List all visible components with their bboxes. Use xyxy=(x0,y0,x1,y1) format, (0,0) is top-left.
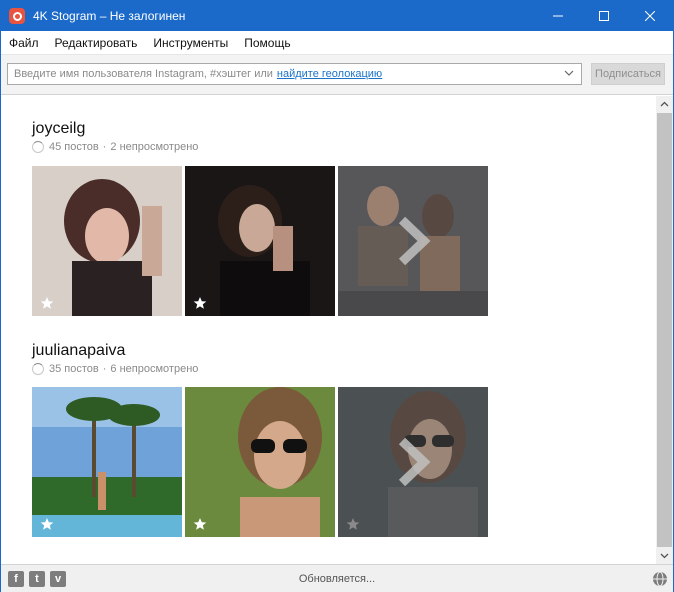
more-photos-tile[interactable] xyxy=(338,387,488,537)
close-button[interactable] xyxy=(627,1,673,31)
photo-image xyxy=(185,166,335,316)
globe-icon[interactable] xyxy=(652,571,668,587)
scrollbar-thumb[interactable] xyxy=(657,113,672,547)
account-stats: 35 постов · 6 непросмотрено xyxy=(32,363,198,375)
search-placeholder: Введите имя пользователя Instagram, #хэш… xyxy=(14,68,273,80)
maximize-icon xyxy=(599,11,609,21)
account-name[interactable]: juulianapaiva xyxy=(32,342,125,360)
chevron-down-icon[interactable] xyxy=(563,67,575,79)
chevron-right-icon[interactable] xyxy=(396,437,432,487)
star-icon[interactable] xyxy=(193,517,207,531)
scroll-down-button[interactable] xyxy=(656,547,673,564)
stats-separator: · xyxy=(102,363,107,375)
menu-bar: Файл Редактировать Инструменты Помощь xyxy=(1,31,673,55)
menu-tools[interactable]: Инструменты xyxy=(145,36,236,50)
chevron-down-icon xyxy=(660,553,669,559)
photo-thumbnail[interactable] xyxy=(32,387,182,537)
app-logo-icon xyxy=(9,8,25,24)
account-stats: 45 постов · 2 непросмотрено xyxy=(32,141,198,153)
scroll-up-button[interactable] xyxy=(656,96,673,113)
photo-thumbnail[interactable] xyxy=(32,166,182,316)
photo-thumbnail[interactable] xyxy=(185,166,335,316)
menu-file[interactable]: Файл xyxy=(1,36,47,50)
status-bar: f t v Обновляется... xyxy=(1,564,673,592)
status-text: Обновляется... xyxy=(298,573,376,585)
minimize-icon xyxy=(553,15,563,17)
chevron-up-icon xyxy=(660,101,669,107)
search-toolbar: Введите имя пользователя Instagram, #хэш… xyxy=(1,55,673,95)
more-photos-tile[interactable] xyxy=(338,166,488,316)
star-icon[interactable] xyxy=(40,296,54,310)
post-count: 45 постов xyxy=(49,141,99,153)
vertical-scrollbar[interactable] xyxy=(656,96,673,564)
subscribe-button[interactable]: Подписаться xyxy=(591,63,665,85)
star-icon[interactable] xyxy=(346,517,360,531)
minimize-button[interactable] xyxy=(535,1,581,31)
stats-separator: · xyxy=(102,141,107,153)
unseen-count: 2 непросмотрено xyxy=(110,141,199,153)
loading-spinner-icon xyxy=(32,363,44,375)
geolocation-link[interactable]: найдите геолокацию xyxy=(277,68,382,80)
unseen-count: 6 непросмотрено xyxy=(110,363,199,375)
chevron-right-icon[interactable] xyxy=(396,216,432,266)
close-icon xyxy=(645,11,655,21)
menu-edit[interactable]: Редактировать xyxy=(47,36,146,50)
account-name[interactable]: joyceilg xyxy=(32,120,85,138)
app-window: 4K Stogram – Не залогинен Файл Редактиро… xyxy=(0,0,674,592)
photo-image xyxy=(32,166,182,316)
photo-image xyxy=(185,387,335,537)
star-icon[interactable] xyxy=(40,517,54,531)
menu-help[interactable]: Помощь xyxy=(236,36,298,50)
post-count: 35 постов xyxy=(49,363,99,375)
loading-spinner-icon xyxy=(32,141,44,153)
search-input[interactable]: Введите имя пользователя Instagram, #хэш… xyxy=(7,63,582,85)
window-controls xyxy=(535,1,673,31)
photo-thumbnail[interactable] xyxy=(185,387,335,537)
photo-image xyxy=(32,387,182,537)
title-bar[interactable]: 4K Stogram – Не залогинен xyxy=(1,1,673,31)
feed-content: joyceilg 45 постов · 2 непросмотрено juu… xyxy=(1,96,656,564)
window-title: 4K Stogram – Не залогинен xyxy=(33,9,186,23)
maximize-button[interactable] xyxy=(581,1,627,31)
star-icon[interactable] xyxy=(193,296,207,310)
